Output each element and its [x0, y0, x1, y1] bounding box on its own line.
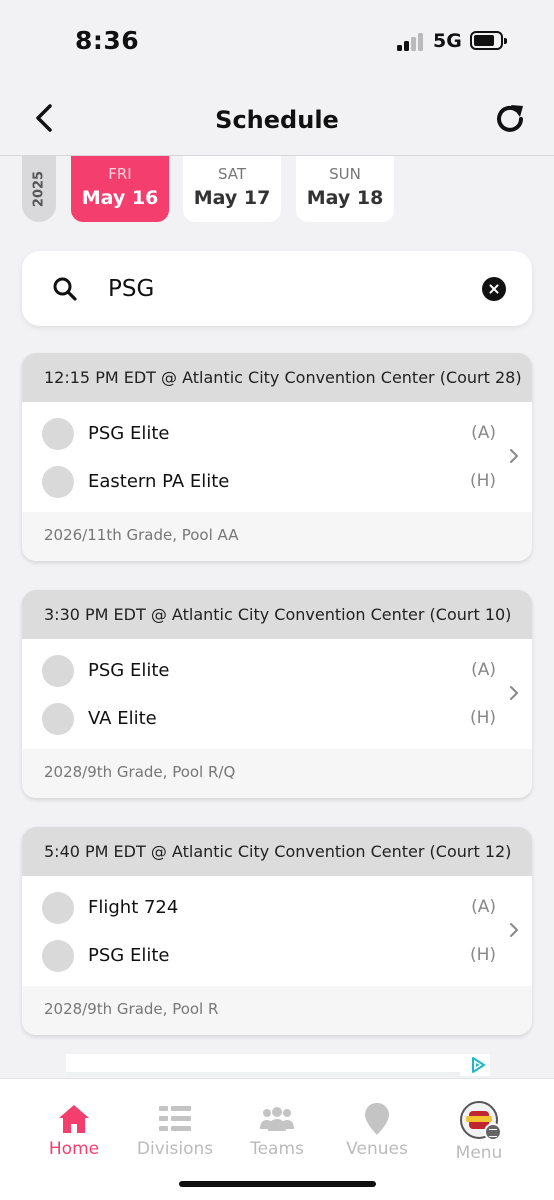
refresh-icon	[497, 105, 523, 132]
tab-venues[interactable]: Venues	[327, 1079, 427, 1171]
adchoices-icon[interactable]	[470, 1056, 486, 1074]
game-division: 2028/9th Grade, Pool R	[22, 986, 532, 1035]
tab-label: Menu	[455, 1143, 503, 1163]
tab-home[interactable]: Home	[24, 1079, 124, 1171]
team-row: Flight 724 (A)	[22, 883, 532, 931]
search-icon	[53, 277, 77, 301]
menu-avatar-icon	[460, 1101, 502, 1141]
search-input[interactable]: PSG	[108, 276, 154, 302]
date-day: May 18	[306, 187, 384, 209]
tab-teams[interactable]: Teams	[227, 1079, 327, 1171]
game-card[interactable]: 3:30 PM EDT @ Atlantic City Convention C…	[22, 590, 532, 798]
chevron-right-icon	[510, 686, 518, 700]
game-time-venue: 5:40 PM EDT @ Atlantic City Convention C…	[22, 827, 532, 876]
status-bar: 8:36 5G	[0, 0, 554, 80]
game-division: 2028/9th Grade, Pool R/Q	[22, 749, 532, 798]
date-day: May 17	[193, 187, 271, 209]
team-row: VA Elite (H)	[22, 694, 532, 742]
team-row: PSG Elite (A)	[22, 646, 532, 694]
chevron-right-icon	[510, 923, 518, 937]
date-tab-sat[interactable]: SAT May 17	[183, 156, 281, 222]
battery-icon	[470, 31, 507, 50]
refresh-button[interactable]	[494, 102, 528, 136]
team-row: PSG Elite (A)	[22, 409, 532, 457]
team-name: VA Elite	[88, 708, 157, 729]
tab-menu[interactable]: Menu	[429, 1079, 529, 1171]
network-type: 5G	[433, 30, 462, 52]
game-card[interactable]: 12:15 PM EDT @ Atlantic City Convention …	[22, 353, 532, 561]
page-title: Schedule	[215, 106, 339, 134]
team-side: (H)	[469, 708, 496, 728]
date-dow: SUN	[329, 165, 361, 183]
team-logo	[42, 466, 74, 498]
game-time-venue: 12:15 PM EDT @ Atlantic City Convention …	[22, 353, 532, 402]
team-name: PSG Elite	[88, 423, 170, 444]
year-label: 2025	[22, 156, 56, 222]
team-side: (A)	[471, 423, 496, 443]
team-name: PSG Elite	[88, 660, 170, 681]
chevron-right-icon	[510, 449, 518, 463]
date-tab-fri[interactable]: FRI May 16	[71, 156, 169, 222]
menu-badge-icon	[484, 1123, 502, 1141]
clear-search-icon[interactable]	[482, 277, 506, 301]
search-bar[interactable]: PSG	[22, 251, 532, 326]
date-day: May 16	[81, 187, 159, 209]
team-name: PSG Elite	[88, 945, 170, 966]
game-card[interactable]: 5:40 PM EDT @ Atlantic City Convention C…	[22, 827, 532, 1035]
team-logo	[42, 418, 74, 450]
home-indicator	[179, 1181, 376, 1187]
game-time-venue: 3:30 PM EDT @ Atlantic City Convention C…	[22, 590, 532, 639]
team-side: (H)	[469, 471, 496, 491]
signal-icon	[397, 33, 425, 51]
home-icon	[59, 1105, 89, 1133]
team-name: Eastern PA Elite	[88, 471, 230, 492]
team-logo	[42, 940, 74, 972]
tab-label: Divisions	[136, 1139, 214, 1159]
team-logo	[42, 655, 74, 687]
date-dow: FRI	[108, 165, 132, 183]
tab-label: Venues	[346, 1139, 408, 1159]
team-row: Eastern PA Elite (H)	[22, 457, 532, 505]
nav-header: Schedule	[0, 80, 554, 156]
team-side: (A)	[471, 897, 496, 917]
game-division: 2026/11th Grade, Pool AA	[22, 512, 532, 561]
team-side: (A)	[471, 660, 496, 680]
team-logo	[42, 892, 74, 924]
ad-banner[interactable]	[66, 1054, 490, 1076]
date-dow: SAT	[217, 165, 247, 183]
divisions-icon	[159, 1106, 191, 1131]
tab-label: Home	[48, 1139, 100, 1159]
tab-label: Teams	[250, 1139, 304, 1159]
team-logo	[42, 703, 74, 735]
venue-pin-icon	[365, 1103, 389, 1135]
tab-divisions[interactable]: Divisions	[125, 1079, 225, 1171]
date-picker: 2025 FRI May 16 SAT May 17 SUN May 18	[0, 156, 554, 224]
team-side: (H)	[469, 945, 496, 965]
status-time: 8:36	[75, 26, 140, 55]
date-tab-sun[interactable]: SUN May 18	[296, 156, 394, 222]
team-row: PSG Elite (H)	[22, 931, 532, 979]
teams-icon	[260, 1107, 294, 1131]
team-name: Flight 724	[88, 897, 179, 918]
